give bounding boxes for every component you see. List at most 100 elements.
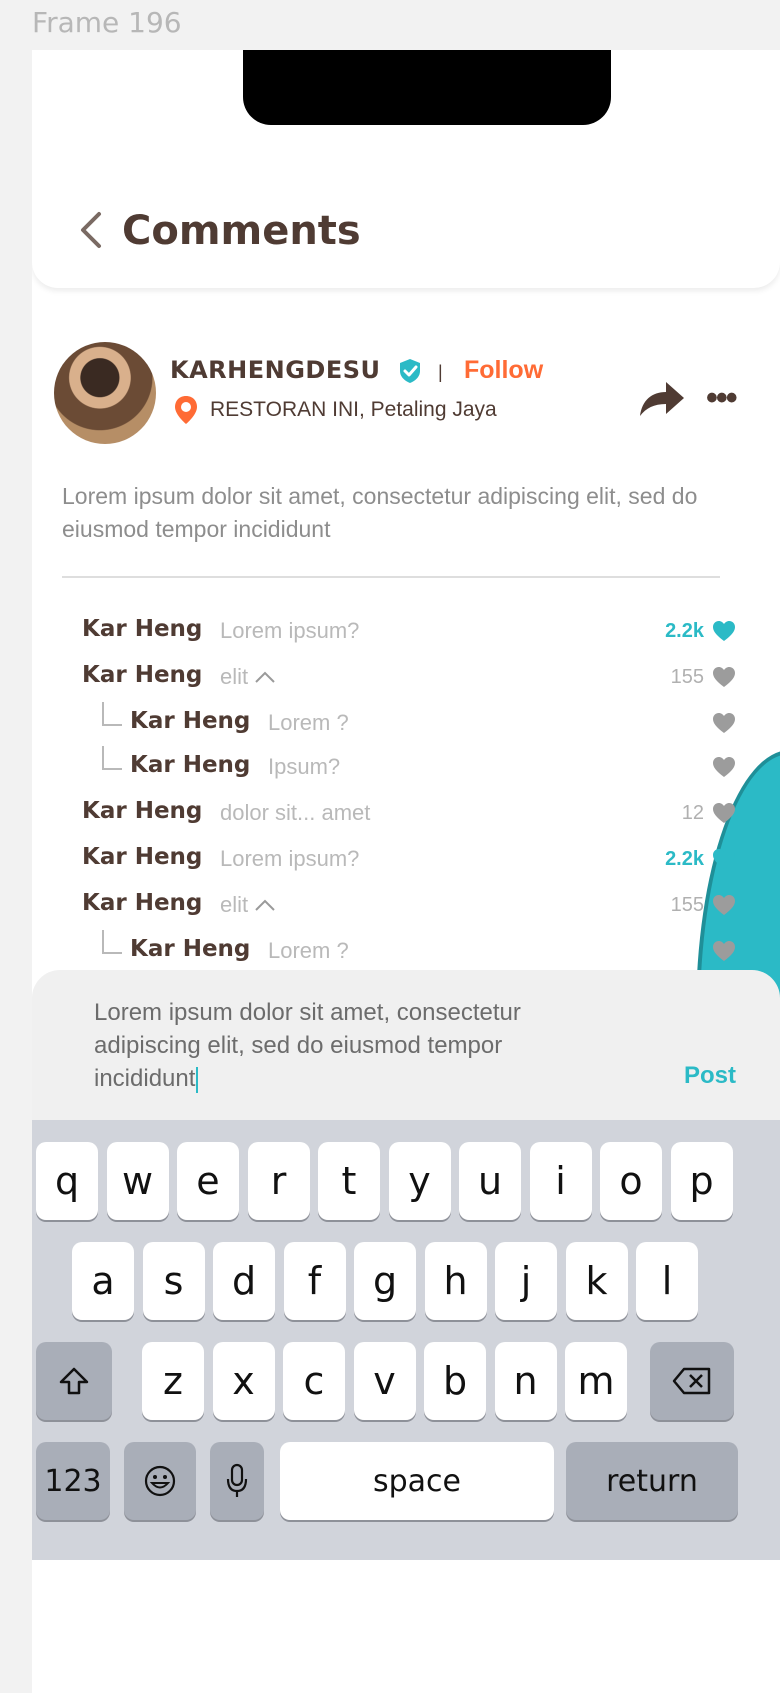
more-icon[interactable]: ••• (706, 381, 738, 415)
key-l[interactable]: l (636, 1242, 698, 1320)
comment-input[interactable]: Lorem ipsum dolor sit amet, consectetur … (94, 996, 584, 1095)
comment-author[interactable]: Kar Heng (82, 662, 202, 688)
emoji-key[interactable] (124, 1442, 196, 1520)
comment-text: Lorem ? (268, 938, 349, 963)
comment-row[interactable]: Kar Heng elit 155 (32, 656, 780, 700)
key-o[interactable]: o (600, 1142, 662, 1220)
key-r[interactable]: r (247, 1142, 310, 1220)
key-c[interactable]: c (283, 1342, 345, 1420)
key-q[interactable]: q (36, 1142, 98, 1220)
separator: | (438, 362, 443, 382)
heart-icon[interactable] (712, 894, 736, 916)
frame-label: Frame 196 (32, 6, 182, 39)
like-count: 2.2k (665, 848, 704, 870)
comment-author[interactable]: Kar Heng (82, 844, 202, 870)
key-i[interactable]: i (529, 1142, 592, 1220)
like-count: 155 (670, 894, 704, 916)
key-t[interactable]: t (318, 1142, 380, 1220)
key-x[interactable]: x (212, 1342, 275, 1420)
post-caption: Lorem ipsum dolor sit amet, consectetur … (62, 483, 698, 542)
heart-icon[interactable] (712, 802, 736, 824)
header: Comments (32, 50, 780, 288)
key-n[interactable]: n (494, 1342, 557, 1420)
space-key[interactable]: space (280, 1442, 554, 1520)
comment-text: dolor sit... amet (220, 800, 371, 825)
emoji-icon (144, 1465, 176, 1497)
heart-icon[interactable] (712, 620, 736, 642)
key-w[interactable]: w (106, 1142, 169, 1220)
heart-icon[interactable] (712, 712, 736, 734)
key-j[interactable]: j (495, 1242, 557, 1320)
comment-text: elit (220, 892, 276, 918)
backspace-icon (672, 1367, 711, 1395)
shift-icon (59, 1367, 89, 1395)
comment-text: Lorem ipsum? (220, 618, 360, 643)
post-button[interactable]: Post (684, 1062, 736, 1090)
like-count: 155 (670, 666, 704, 688)
like-count: 2.2k (665, 620, 704, 642)
comment-author[interactable]: Kar Heng (82, 890, 202, 916)
backspace-key[interactable] (650, 1342, 734, 1420)
return-key[interactable]: return (566, 1442, 738, 1520)
numbers-key[interactable]: 123 (36, 1442, 110, 1520)
reply-branch-line (102, 746, 122, 770)
comment-row[interactable]: Kar Heng Lorem ? (32, 930, 780, 974)
comment-author[interactable]: Kar Heng (130, 752, 250, 778)
comment-text: Lorem ipsum? (220, 846, 360, 871)
comment-author[interactable]: Kar Heng (130, 708, 250, 734)
key-d[interactable]: d (213, 1242, 275, 1320)
keyboard: 123 space return qwertyuiop asdfghjkl zxcv… (32, 1120, 780, 1560)
microphone-icon (226, 1463, 248, 1497)
key-e[interactable]: e (177, 1142, 239, 1220)
post-username[interactable]: KARHENGDESU (170, 356, 381, 384)
comment-row[interactable]: Kar Heng dolor sit... amet 12 (32, 792, 780, 836)
page-title: Comments (122, 208, 361, 254)
text-cursor (196, 1066, 199, 1093)
share-icon[interactable] (634, 372, 688, 422)
comment-row[interactable]: Kar Heng elit 155 (32, 884, 780, 928)
comment-row[interactable]: Kar Heng Lorem ipsum? 2.2k (32, 838, 780, 882)
comment-text: Ipsum? (268, 754, 341, 779)
key-s[interactable]: s (142, 1242, 205, 1320)
avatar[interactable] (54, 342, 156, 444)
collapse-caret-icon[interactable] (254, 664, 276, 690)
key-v[interactable]: v (353, 1342, 416, 1420)
comment-row[interactable]: Kar Heng Lorem ipsum? 2.2k (32, 610, 780, 654)
key-g[interactable]: g (354, 1242, 416, 1320)
notch (243, 50, 611, 125)
collapse-caret-icon[interactable] (254, 892, 276, 918)
comment-row[interactable]: Kar Heng Lorem ? (32, 702, 780, 746)
key-y[interactable]: y (388, 1142, 451, 1220)
heart-icon[interactable] (712, 848, 736, 870)
key-m[interactable]: m (565, 1342, 627, 1420)
location-pin-icon (175, 396, 197, 424)
reply-branch-line (102, 702, 122, 726)
key-b[interactable]: b (424, 1342, 486, 1420)
key-a[interactable]: a (72, 1242, 134, 1320)
divider (62, 576, 720, 578)
comment-input-text: Lorem ipsum dolor sit amet, consectetur … (94, 999, 521, 1092)
heart-icon[interactable] (712, 756, 736, 778)
heart-icon[interactable] (712, 666, 736, 688)
key-h[interactable]: h (424, 1242, 487, 1320)
comment-text: elit (220, 664, 276, 690)
post-location[interactable]: RESTORAN INI, Petaling Jaya (210, 398, 497, 422)
key-f[interactable]: f (283, 1242, 346, 1320)
comment-author[interactable]: Kar Heng (82, 798, 202, 824)
key-u[interactable]: u (459, 1142, 521, 1220)
comment-author[interactable]: Kar Heng (130, 936, 250, 962)
key-z[interactable]: z (142, 1342, 204, 1420)
shift-key[interactable] (36, 1342, 112, 1420)
back-chevron-icon[interactable] (70, 210, 110, 250)
reply-branch-line (102, 930, 122, 954)
phone-screen: Comments KARHENGDESU | Follow RESTORAN I… (32, 50, 780, 1693)
key-p[interactable]: p (670, 1142, 733, 1220)
follow-button[interactable]: Follow (464, 356, 543, 385)
heart-icon[interactable] (712, 940, 736, 962)
home-indicator-area (32, 1560, 780, 1693)
key-k[interactable]: k (565, 1242, 628, 1320)
comment-row[interactable]: Kar Heng Ipsum? (32, 746, 780, 790)
microphone-key[interactable] (210, 1442, 264, 1520)
comment-author[interactable]: Kar Heng (82, 616, 202, 642)
comment-composer: Lorem ipsum dolor sit amet, consectetur … (32, 970, 780, 1120)
